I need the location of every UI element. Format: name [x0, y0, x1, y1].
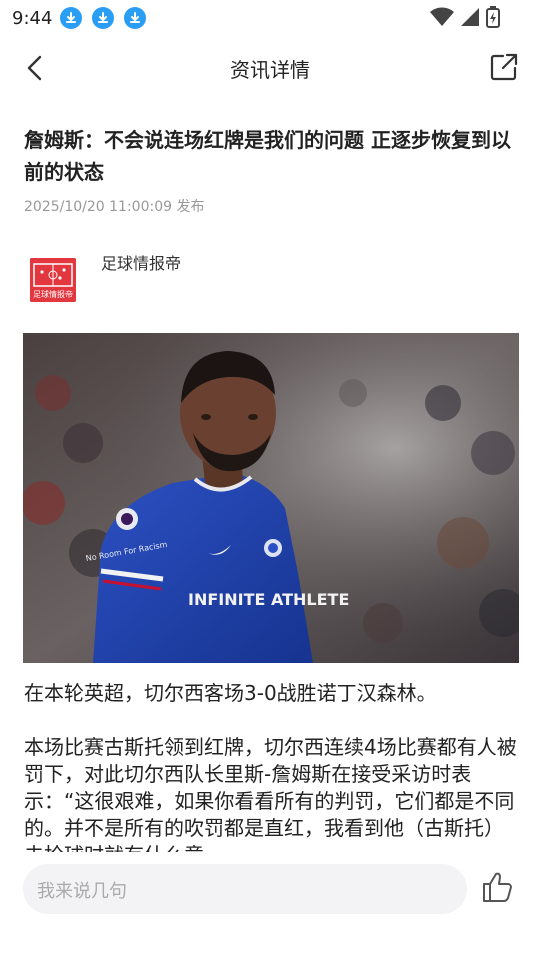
wifi-icon: [430, 7, 454, 26]
svg-text:INFINITE ATHLETE: INFINITE ATHLETE: [188, 590, 349, 609]
comment-placeholder: 我来说几句: [37, 881, 127, 902]
comment-bar: 我来说几句: [0, 852, 540, 960]
article-image: No Room For Racism INFINITE ATHLETE: [23, 333, 519, 663]
download-notification-icon: [124, 7, 147, 29]
article-header: 詹姆斯：不会说连场红牌是我们的问题 正逐步恢复到以前的状态 2025/10/20…: [24, 124, 520, 216]
nav-bar: 资讯详情: [0, 40, 540, 96]
svg-text:足球情报帝: 足球情报帝: [33, 289, 73, 299]
author-info[interactable]: 足球情报帝 足球情报帝: [24, 246, 520, 308]
status-time: 9:44: [12, 7, 53, 29]
thumbs-up-icon: [483, 872, 512, 902]
article-body: 在本轮英超，切尔西客场3-0战胜诺丁汉森林。 本场比赛古斯托领到红牌，切尔西连续…: [24, 680, 520, 852]
status-bar: 9:44: [0, 0, 540, 36]
avatar[interactable]: 足球情报帝: [30, 258, 76, 302]
share-button[interactable]: [490, 53, 518, 81]
signal-icon: [461, 8, 479, 26]
download-notification-icon: [92, 7, 115, 29]
publish-time: 2025/10/20 11:00:09 发布: [24, 199, 205, 215]
author-name[interactable]: 足球情报帝: [101, 250, 181, 274]
battery-icon: [486, 6, 500, 28]
download-notification-icon: [60, 7, 83, 29]
share-icon: [490, 53, 518, 81]
page-title: 资讯详情: [230, 58, 310, 82]
article-paragraph: 本场比赛古斯托领到红牌，切尔西连续4场比赛都有人被罚下，对此切尔西队长里斯-詹姆…: [24, 735, 517, 852]
article-paragraph: 在本轮英超，切尔西客场3-0战胜诺丁汉森林。: [24, 681, 437, 705]
comment-input[interactable]: 我来说几句: [23, 864, 467, 914]
like-button[interactable]: [481, 870, 515, 904]
article-title: 詹姆斯：不会说连场红牌是我们的问题 正逐步恢复到以前的状态: [24, 128, 511, 184]
